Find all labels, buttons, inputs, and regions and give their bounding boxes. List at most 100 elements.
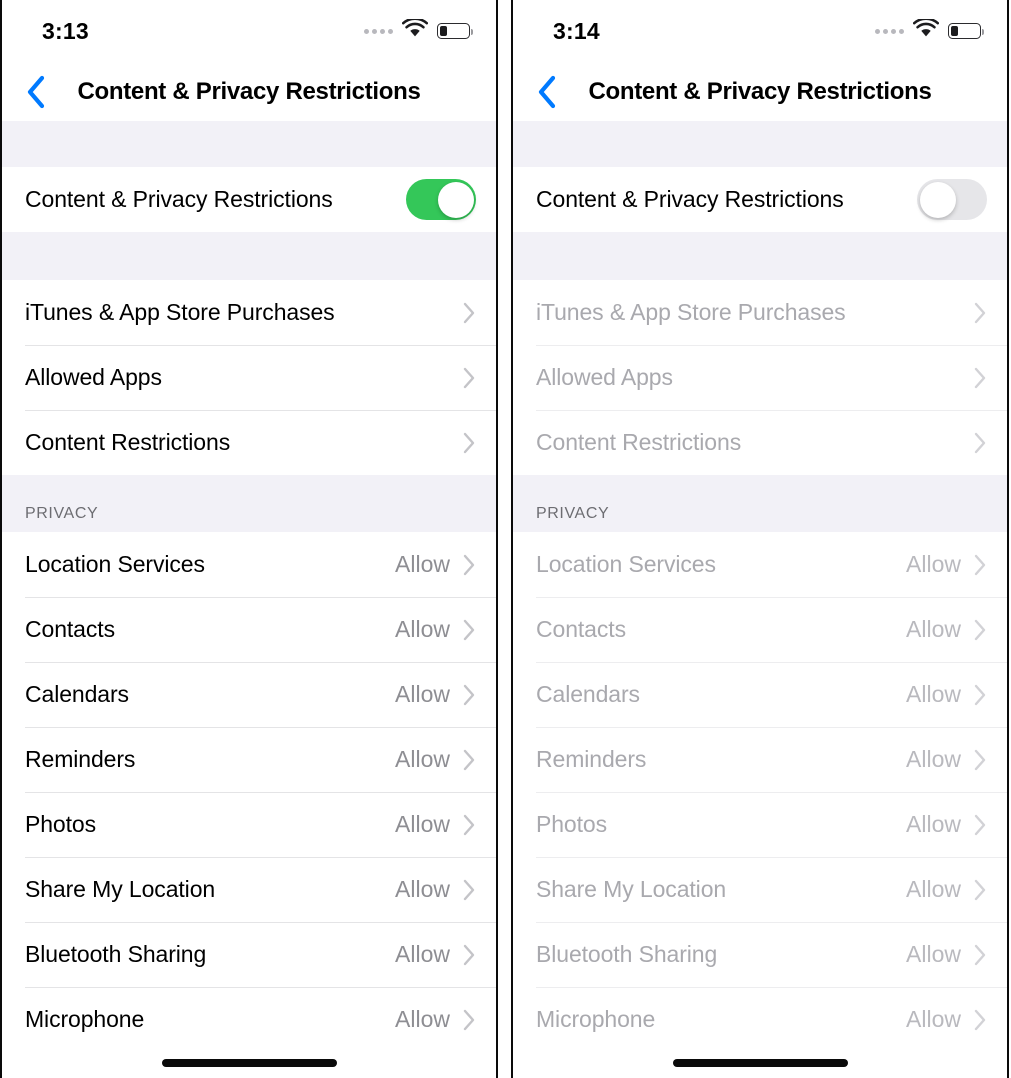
row-content-privacy-restrictions[interactable]: Content & Privacy Restrictions [2, 167, 496, 232]
section-gap [2, 232, 496, 280]
content-privacy-restrictions-toggle[interactable] [406, 179, 476, 220]
toggle-knob [919, 181, 956, 218]
row-value: Allow [906, 811, 961, 837]
row-label: iTunes & App Store Purchases [25, 299, 335, 325]
row-label: Bluetooth Sharing [25, 941, 207, 967]
row-label: Photos [25, 811, 97, 837]
content-privacy-restrictions-toggle[interactable] [917, 179, 987, 220]
row-microphone[interactable]: Microphone Allow [2, 987, 496, 1052]
navigation-bar: Content & Privacy Restrictions [513, 62, 1007, 121]
row-label: Content & Privacy Restrictions [536, 186, 844, 212]
row-label: Location Services [25, 551, 205, 577]
privacy-section-header: PRIVACY [513, 475, 1007, 532]
row-label: Content Restrictions [536, 429, 742, 455]
back-chevron-icon[interactable] [525, 70, 569, 114]
row-itunes-app-store-purchases[interactable]: iTunes & App Store Purchases [2, 280, 496, 345]
section-gap [2, 121, 496, 167]
row-label: Allowed Apps [25, 364, 162, 390]
navigation-bar: Content & Privacy Restrictions [2, 62, 496, 121]
row-value: Allow [906, 616, 961, 642]
chevron-right-icon [462, 813, 476, 837]
row-photos[interactable]: Photos Allow [2, 792, 496, 857]
chevron-right-icon [973, 553, 987, 577]
row-label: Reminders [25, 746, 136, 772]
row-photos: Photos Allow [513, 792, 1007, 857]
cellular-signal-dots-icon [875, 28, 904, 34]
page-title: Content & Privacy Restrictions [77, 77, 421, 105]
home-indicator[interactable] [161, 1059, 337, 1067]
status-bar: 3:14 [513, 0, 1007, 62]
row-label: Share My Location [25, 876, 216, 902]
row-value: Allow [906, 551, 961, 577]
status-time: 3:14 [553, 17, 600, 44]
home-indicator-area [2, 1052, 496, 1078]
row-content-restrictions[interactable]: Content Restrictions [2, 410, 496, 475]
row-allowed-apps[interactable]: Allowed Apps [2, 345, 496, 410]
privacy-group: Location Services Allow Contacts Allow C… [2, 532, 496, 1052]
row-bluetooth-sharing[interactable]: Bluetooth Sharing Allow [2, 922, 496, 987]
master-toggle-group: Content & Privacy Restrictions [2, 167, 496, 232]
row-value: Allow [906, 876, 961, 902]
row-label: Content Restrictions [25, 429, 231, 455]
chevron-right-icon [973, 431, 987, 455]
status-bar: 3:13 [2, 0, 496, 62]
row-value: Allow [395, 941, 450, 967]
row-content-privacy-restrictions[interactable]: Content & Privacy Restrictions [513, 167, 1007, 232]
row-microphone: Microphone Allow [513, 987, 1007, 1052]
row-share-my-location: Share My Location Allow [513, 857, 1007, 922]
chevron-right-icon [462, 366, 476, 390]
restrictions-group: iTunes & App Store Purchases Allowed App… [2, 280, 496, 475]
iphone-screen-restrictions-enabled: 3:13 Content & Privacy Restrictions Cont… [0, 0, 498, 1078]
privacy-section-header: PRIVACY [2, 475, 496, 532]
chevron-right-icon [462, 943, 476, 967]
row-label: Microphone [25, 1006, 145, 1032]
back-chevron-icon[interactable] [14, 70, 58, 114]
privacy-group: Location Services Allow Contacts Allow C… [513, 532, 1007, 1052]
row-label: Calendars [536, 681, 640, 707]
chevron-right-icon [973, 683, 987, 707]
row-value: Allow [906, 1006, 961, 1032]
iphone-screen-restrictions-disabled: 3:14 Content & Privacy Restrictions Cont… [511, 0, 1009, 1078]
chevron-right-icon [973, 813, 987, 837]
row-value: Allow [395, 811, 450, 837]
row-label: Contacts [536, 616, 626, 642]
row-allowed-apps: Allowed Apps [513, 345, 1007, 410]
wifi-icon [912, 17, 940, 43]
row-value: Allow [906, 681, 961, 707]
row-value: Allow [395, 616, 450, 642]
settings-list[interactable]: Content & Privacy Restrictions iTunes & … [513, 121, 1007, 1052]
row-location-services[interactable]: Location Services Allow [2, 532, 496, 597]
home-indicator[interactable] [672, 1059, 848, 1067]
chevron-right-icon [462, 878, 476, 902]
chevron-right-icon [973, 366, 987, 390]
battery-low-icon [948, 23, 984, 39]
chevron-right-icon [462, 431, 476, 455]
row-share-my-location[interactable]: Share My Location Allow [2, 857, 496, 922]
chevron-right-icon [973, 301, 987, 325]
row-contacts: Contacts Allow [513, 597, 1007, 662]
wifi-icon [401, 17, 429, 43]
row-label: Bluetooth Sharing [536, 941, 718, 967]
row-label: Contacts [25, 616, 115, 642]
status-indicators [875, 17, 984, 43]
row-label: Content & Privacy Restrictions [25, 186, 333, 212]
row-calendars[interactable]: Calendars Allow [2, 662, 496, 727]
chevron-right-icon [462, 618, 476, 642]
row-value: Allow [395, 551, 450, 577]
row-content-restrictions: Content Restrictions [513, 410, 1007, 475]
settings-list[interactable]: Content & Privacy Restrictions iTunes & … [2, 121, 496, 1052]
row-label: Photos [536, 811, 608, 837]
chevron-right-icon [462, 1008, 476, 1032]
row-reminders[interactable]: Reminders Allow [2, 727, 496, 792]
row-label: Share My Location [536, 876, 727, 902]
chevron-right-icon [462, 748, 476, 772]
chevron-right-icon [462, 553, 476, 577]
row-bluetooth-sharing: Bluetooth Sharing Allow [513, 922, 1007, 987]
chevron-right-icon [973, 878, 987, 902]
chevron-right-icon [973, 618, 987, 642]
battery-low-icon [437, 23, 473, 39]
row-contacts[interactable]: Contacts Allow [2, 597, 496, 662]
chevron-right-icon [973, 748, 987, 772]
row-calendars: Calendars Allow [513, 662, 1007, 727]
row-value: Allow [906, 746, 961, 772]
